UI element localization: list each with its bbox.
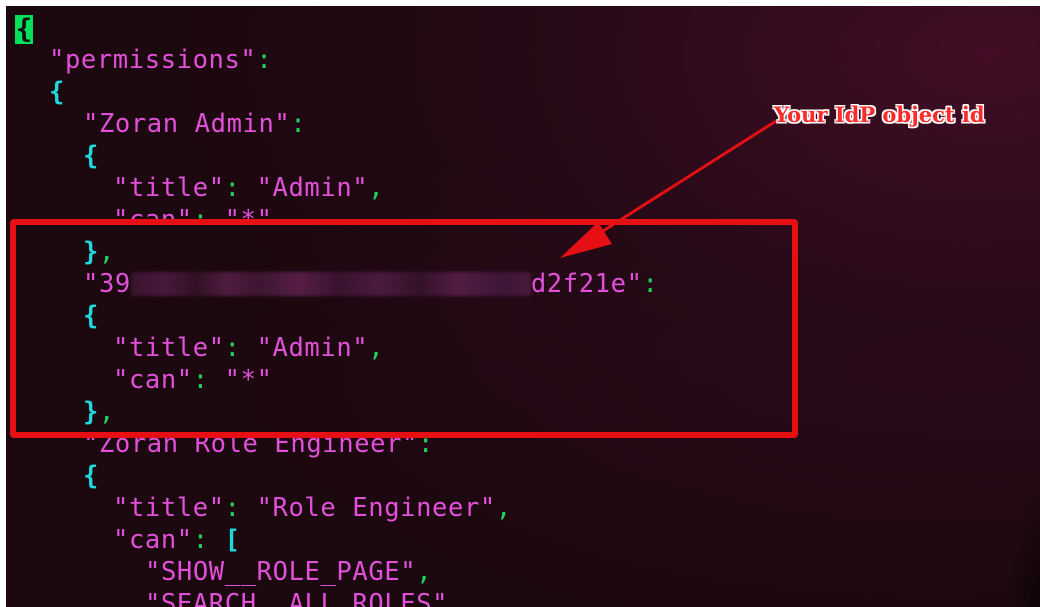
annotation-label: Your IdP object id (774, 102, 985, 127)
annotation-arrow (560, 119, 777, 258)
